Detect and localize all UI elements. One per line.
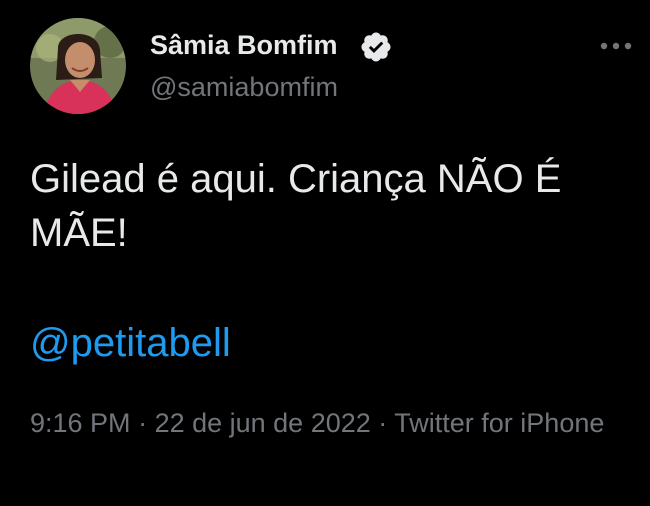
more-options-button[interactable] [596,30,636,62]
tweet-card: Sâmia Bomfim @samiabomfim Gilead é aqui.… [0,0,650,506]
tweet-date[interactable]: 22 de jun de 2022 [155,408,371,438]
author-handle[interactable]: @samiabomfim [150,70,338,104]
tweet-time[interactable]: 9:16 PM [30,408,131,438]
author-avatar[interactable] [30,18,126,114]
tweet-metadata: 9:16 PM · 22 de jun de 2022 · Twitter fo… [30,403,620,443]
tweet-source[interactable]: Twitter for iPhone [394,408,604,438]
tweet-text: Gilead é aqui. Criança NÃO É MÃE! [30,157,562,255]
author-display-name[interactable]: Sâmia Bomfim [150,28,338,62]
mention-link[interactable]: @petitabell [30,316,231,370]
more-horizontal-icon [600,42,632,50]
avatar-photo-icon [30,18,126,114]
meta-separator: · [370,408,395,438]
meta-separator: · [130,408,155,438]
verified-badge-icon [361,32,391,62]
